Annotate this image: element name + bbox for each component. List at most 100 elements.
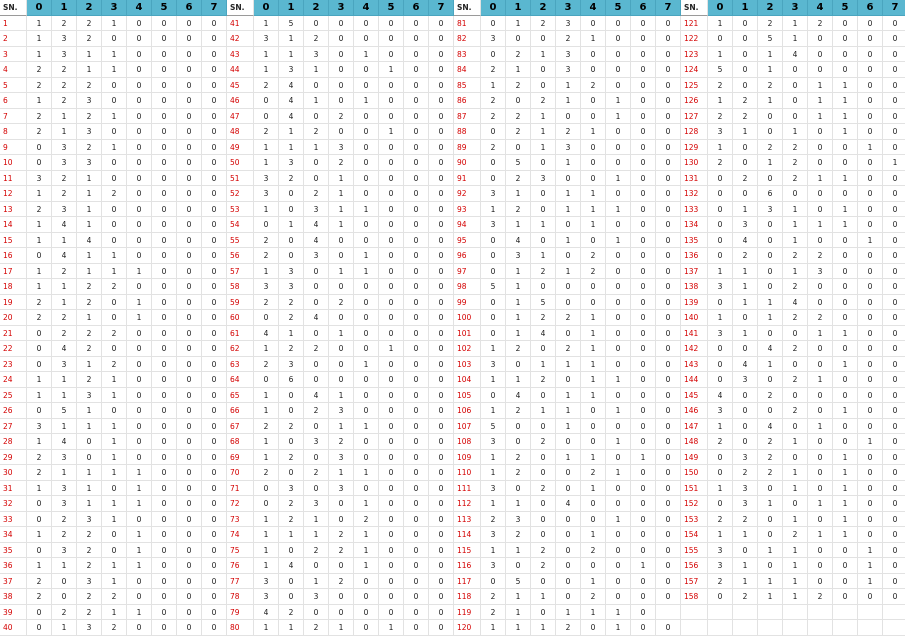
table-cell[interactable]: 3 bbox=[254, 279, 279, 295]
table-cell[interactable]: 0 bbox=[404, 558, 429, 574]
table-cell[interactable]: 0 bbox=[808, 341, 833, 357]
table-cell[interactable]: 0 bbox=[127, 31, 152, 47]
table-cell[interactable]: 0 bbox=[656, 325, 681, 341]
table-cell[interactable]: 1 bbox=[102, 511, 127, 527]
row-number-cell[interactable]: 76 bbox=[227, 558, 254, 574]
table-cell[interactable]: 0 bbox=[758, 217, 783, 233]
table-cell[interactable]: 2 bbox=[733, 511, 758, 527]
row-number-cell[interactable]: 83 bbox=[454, 46, 481, 62]
table-cell[interactable]: 0 bbox=[833, 31, 858, 47]
table-cell[interactable]: 0 bbox=[481, 232, 506, 248]
table-cell[interactable]: 0 bbox=[127, 77, 152, 93]
row-number-cell[interactable]: 147 bbox=[681, 418, 708, 434]
table-cell[interactable]: 2 bbox=[52, 15, 77, 31]
table-cell[interactable] bbox=[833, 620, 858, 636]
table-cell[interactable]: 1 bbox=[77, 418, 102, 434]
table-cell[interactable]: 1 bbox=[833, 449, 858, 465]
table-cell[interactable]: 3 bbox=[481, 527, 506, 543]
table-cell[interactable]: 0 bbox=[481, 573, 506, 589]
table-cell[interactable]: 3 bbox=[758, 201, 783, 217]
table-cell[interactable]: 0 bbox=[656, 77, 681, 93]
table-cell[interactable]: 0 bbox=[27, 356, 52, 372]
table-cell[interactable]: 0 bbox=[556, 589, 581, 605]
table-cell[interactable]: 0 bbox=[329, 232, 354, 248]
row-number-cell[interactable]: 67 bbox=[227, 418, 254, 434]
table-cell[interactable]: 1 bbox=[783, 15, 808, 31]
table-cell[interactable]: 2 bbox=[481, 93, 506, 109]
table-cell[interactable]: 0 bbox=[581, 46, 606, 62]
table-cell[interactable]: 3 bbox=[481, 186, 506, 202]
column-header[interactable]: 1 bbox=[506, 0, 531, 16]
table-cell[interactable]: 0 bbox=[152, 124, 177, 140]
table-cell[interactable]: 1 bbox=[733, 263, 758, 279]
table-cell[interactable]: 0 bbox=[581, 15, 606, 31]
table-cell[interactable]: 0 bbox=[404, 341, 429, 357]
row-number-cell[interactable]: 96 bbox=[454, 248, 481, 264]
table-cell[interactable]: 3 bbox=[708, 403, 733, 419]
table-cell[interactable]: 0 bbox=[127, 46, 152, 62]
table-cell[interactable]: 0 bbox=[531, 387, 556, 403]
table-cell[interactable]: 0 bbox=[177, 511, 202, 527]
table-cell[interactable]: 0 bbox=[177, 589, 202, 605]
table-cell[interactable]: 0 bbox=[379, 108, 404, 124]
table-cell[interactable]: 0 bbox=[606, 449, 631, 465]
table-cell[interactable]: 0 bbox=[606, 496, 631, 512]
table-cell[interactable]: 3 bbox=[52, 46, 77, 62]
table-cell[interactable]: 2 bbox=[52, 62, 77, 78]
table-cell[interactable]: 0 bbox=[606, 186, 631, 202]
table-cell[interactable]: 1 bbox=[77, 465, 102, 481]
table-cell[interactable]: 0 bbox=[883, 78, 905, 93]
table-cell[interactable]: 0 bbox=[127, 108, 152, 124]
table-cell[interactable]: 0 bbox=[606, 480, 631, 496]
table-cell[interactable]: 0 bbox=[152, 263, 177, 279]
table-cell[interactable]: 0 bbox=[329, 589, 354, 605]
table-cell[interactable]: 0 bbox=[606, 139, 631, 155]
table-cell[interactable]: 0 bbox=[556, 542, 581, 558]
table-cell[interactable]: 2 bbox=[77, 372, 102, 388]
table-cell[interactable]: 1 bbox=[77, 248, 102, 264]
table-cell[interactable]: 0 bbox=[202, 372, 227, 388]
table-cell[interactable]: 2 bbox=[254, 465, 279, 481]
sn-column-header[interactable]: SN. bbox=[681, 0, 708, 16]
table-cell[interactable]: 0 bbox=[758, 511, 783, 527]
table-cell[interactable]: 2 bbox=[758, 449, 783, 465]
table-cell[interactable]: 2 bbox=[481, 604, 506, 620]
table-cell[interactable]: 1 bbox=[556, 77, 581, 93]
row-number-cell[interactable]: 99 bbox=[454, 294, 481, 310]
table-cell[interactable]: 2 bbox=[783, 372, 808, 388]
table-cell[interactable]: 0 bbox=[556, 527, 581, 543]
table-cell[interactable]: 0 bbox=[858, 170, 883, 186]
row-number-cell[interactable]: 35 bbox=[0, 542, 27, 558]
table-cell[interactable]: 0 bbox=[177, 573, 202, 589]
table-cell[interactable]: 0 bbox=[631, 124, 656, 140]
table-cell[interactable]: 0 bbox=[631, 108, 656, 124]
table-cell[interactable]: 1 bbox=[52, 418, 77, 434]
column-header[interactable]: 4 bbox=[354, 0, 379, 16]
table-cell[interactable]: 1 bbox=[758, 93, 783, 109]
table-cell[interactable]: 1 bbox=[354, 356, 379, 372]
table-cell[interactable] bbox=[783, 620, 808, 636]
table-cell[interactable]: 0 bbox=[833, 558, 858, 574]
table-cell[interactable]: 0 bbox=[152, 232, 177, 248]
row-number-cell[interactable]: 82 bbox=[454, 31, 481, 47]
table-cell[interactable]: 0 bbox=[631, 604, 656, 620]
table-cell[interactable]: 0 bbox=[202, 434, 227, 450]
table-cell[interactable]: 1 bbox=[481, 496, 506, 512]
row-number-cell[interactable]: 15 bbox=[0, 232, 27, 248]
table-cell[interactable]: 0 bbox=[531, 511, 556, 527]
table-cell[interactable]: 0 bbox=[883, 186, 905, 202]
table-cell[interactable]: 0 bbox=[404, 201, 429, 217]
table-cell[interactable]: 0 bbox=[883, 388, 905, 403]
column-header[interactable]: 0 bbox=[481, 0, 506, 16]
table-cell[interactable]: 0 bbox=[858, 124, 883, 140]
table-cell[interactable]: 3 bbox=[481, 217, 506, 233]
row-number-cell[interactable]: 63 bbox=[227, 356, 254, 372]
table-cell[interactable]: 1 bbox=[77, 496, 102, 512]
table-cell[interactable]: 0 bbox=[429, 62, 454, 78]
table-cell[interactable]: 0 bbox=[279, 573, 304, 589]
table-cell[interactable]: 0 bbox=[379, 465, 404, 481]
table-cell[interactable]: 0 bbox=[808, 356, 833, 372]
table-cell[interactable]: 0 bbox=[429, 542, 454, 558]
table-cell[interactable]: 1 bbox=[833, 217, 858, 233]
table-cell[interactable]: 0 bbox=[631, 217, 656, 233]
